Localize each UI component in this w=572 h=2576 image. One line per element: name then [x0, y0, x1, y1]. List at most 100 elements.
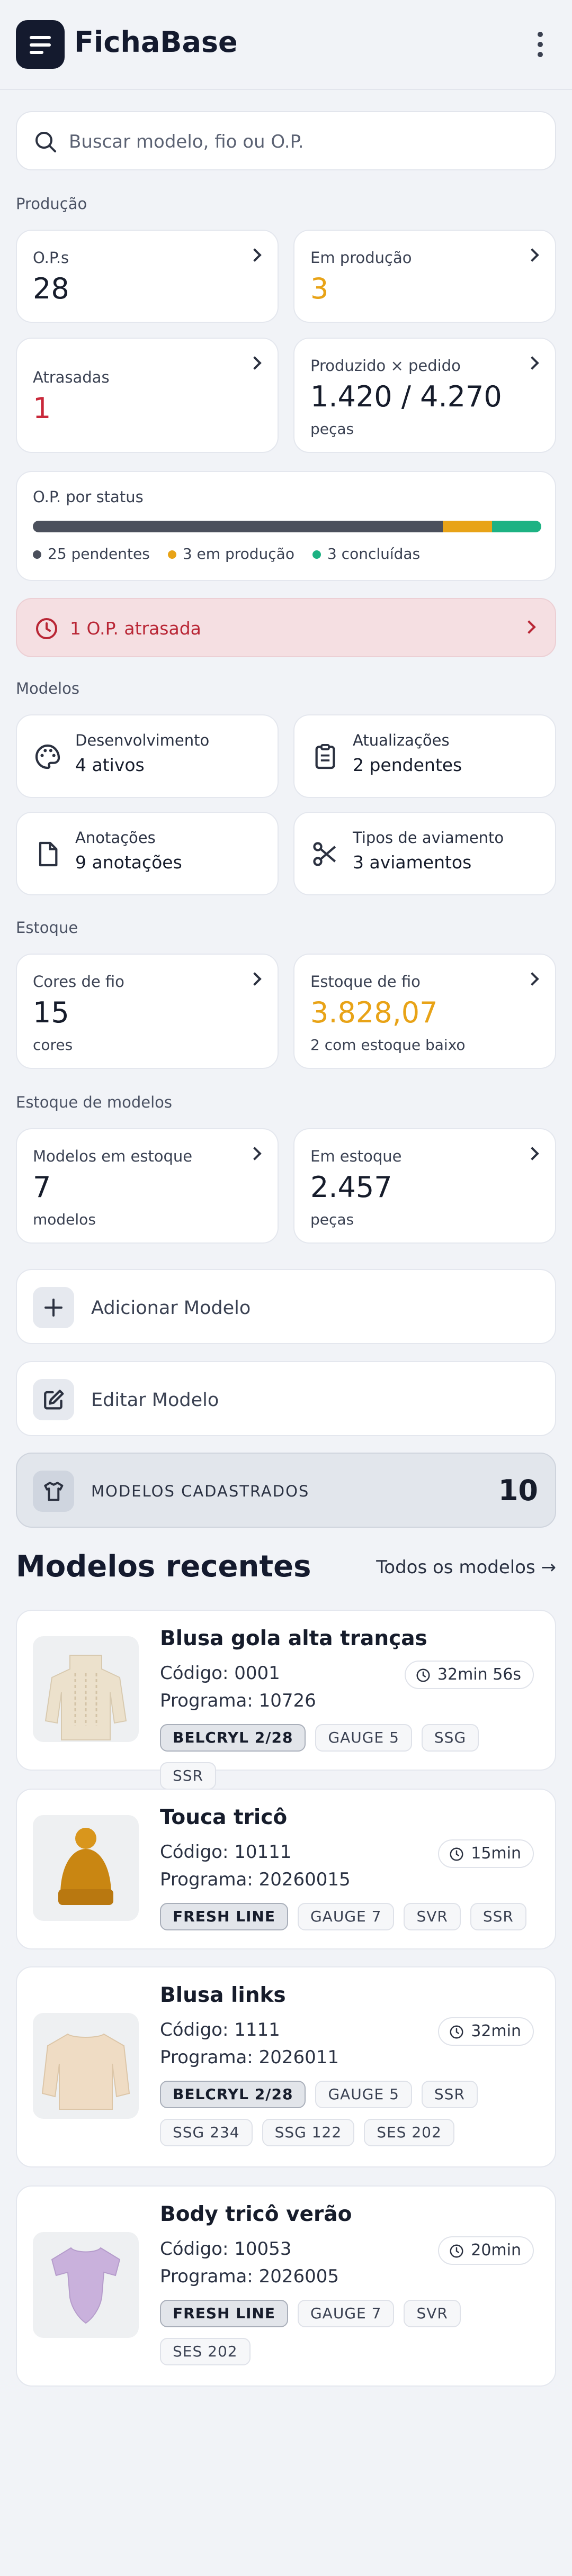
model-code: Código: 10053: [160, 2238, 292, 2260]
status-legend-item-concluidas: 3 concluídas: [312, 545, 420, 563]
ops-card[interactable]: O.P.s 28: [16, 230, 279, 323]
model-thumbnail-sweater: [33, 2013, 139, 2119]
model-time-badge: 15min: [438, 1839, 534, 1868]
more-options-icon[interactable]: [535, 29, 546, 60]
anotacoes-title: Anotações: [75, 829, 156, 847]
chevron-right-icon: [249, 1147, 261, 1159]
status-bar-segment-pendentes: [33, 521, 443, 532]
em-producao-label: Em produção: [310, 249, 412, 267]
em-producao-card[interactable]: Em produção 3: [293, 230, 556, 323]
status-card: O.P. por status 25 pendentes 3 em produçã…: [16, 471, 556, 581]
model-name: Body tricô verão: [160, 2202, 352, 2226]
status-bar-segment-concluidas: [492, 521, 541, 532]
registered-models-count: 10: [498, 1474, 538, 1507]
registered-models-summary: MODELOS CADASTRADOS 10: [16, 1453, 556, 1528]
chevron-right-icon: [249, 357, 261, 368]
modelos-estoque-card[interactable]: Modelos em estoque 7 modelos: [16, 1128, 279, 1244]
model-card[interactable]: Blusa links Código: 1111 Programa: 20260…: [16, 1966, 556, 2167]
model-card[interactable]: Blusa gola alta tranças Código: 0001 Pro…: [16, 1610, 556, 1790]
recent-models-title: Modelos recentes: [16, 1549, 311, 1584]
model-tags: BELCRYL 2/28 GAUGE 5 SSR SSG 234 SSG 122…: [160, 2081, 541, 2146]
app-logo-icon: [16, 20, 65, 69]
document-icon: [39, 841, 58, 867]
modelos-estoque-value: 7: [33, 1171, 51, 1204]
estoque-fio-value: 3.828,07: [310, 996, 438, 1029]
produzido-card[interactable]: Produzido × pedido 1.420 / 4.270 peças: [293, 338, 556, 453]
aviamentos-value: 3 aviamentos: [353, 852, 472, 873]
model-tag: GAUGE 7: [297, 1903, 395, 1930]
model-tags: FRESH LINE GAUGE 7 SVR SES 202: [160, 2300, 541, 2365]
all-models-link[interactable]: Todos os modelos →: [376, 1557, 556, 1578]
edit-model-button[interactable]: Editar Modelo: [16, 1361, 556, 1436]
em-estoque-unit: peças: [310, 1211, 354, 1228]
model-program-value: 2026005: [258, 2266, 339, 2287]
model-program-value: 20260015: [258, 1869, 351, 1890]
modelos-estoque-label: Modelos em estoque: [33, 1147, 193, 1165]
chevron-right-icon: [249, 973, 261, 984]
aviamentos-card[interactable]: Tipos de aviamento 3 aviamentos: [293, 812, 556, 895]
model-thumbnail-beanie: [33, 1815, 139, 1921]
clock-icon: [450, 1847, 463, 1861]
atualizacoes-title: Atualizações: [353, 731, 450, 749]
clock-icon: [450, 2025, 463, 2039]
app-header: FichaBase: [0, 0, 572, 90]
late-op-alert[interactable]: 1 O.P. atrasada: [16, 598, 556, 657]
model-code: Código: 0001: [160, 1663, 280, 1684]
model-code-value: 0001: [234, 1663, 280, 1684]
atualizacoes-card[interactable]: Atualizações 2 pendentes: [293, 714, 556, 798]
cores-fio-card[interactable]: Cores de fio 15 cores: [16, 954, 279, 1069]
model-name: Blusa links: [160, 1983, 286, 2007]
clipboard-icon: [315, 743, 335, 769]
atrasadas-card[interactable]: Atrasadas 1: [16, 338, 279, 453]
model-thumbnail-sweater: [33, 1636, 139, 1742]
desenvolvimento-card[interactable]: Desenvolvimento 4 ativos: [16, 714, 279, 798]
section-label-modelos: Modelos: [16, 679, 79, 697]
model-program: Programa: 2026005: [160, 2266, 339, 2287]
status-dot-icon: [312, 550, 321, 559]
model-tag: BELCRYL 2/28: [160, 2081, 306, 2108]
model-program: Programa: 2026011: [160, 2047, 339, 2068]
chevron-right-icon: [526, 357, 538, 368]
estoque-fio-sub: 2 com estoque baixo: [310, 1036, 466, 1054]
model-card[interactable]: Body tricô verão Código: 10053 Programa:…: [16, 2185, 556, 2387]
cores-fio-value: 15: [33, 996, 69, 1029]
status-legend-item-pendentes: 25 pendentes: [33, 545, 150, 563]
model-code: Código: 10111: [160, 1842, 292, 1863]
model-tag: SSR: [421, 2081, 478, 2108]
model-program: Programa: 10726: [160, 1690, 316, 1711]
estoque-fio-card[interactable]: Estoque de fio 3.828,07 2 com estoque ba…: [293, 954, 556, 1069]
chevron-right-icon: [526, 249, 538, 260]
chevron-right-icon: [522, 620, 536, 634]
clock-icon: [416, 1668, 430, 1682]
section-label-producao: Produção: [16, 195, 87, 213]
model-code: Código: 1111: [160, 2019, 280, 2040]
search-bar[interactable]: [16, 111, 556, 170]
model-code-value: 1111: [234, 2019, 280, 2040]
model-time-badge: 32min 56s: [404, 1661, 534, 1689]
add-model-button[interactable]: Adicionar Modelo: [16, 1269, 556, 1344]
late-op-alert-text: 1 O.P. atrasada: [70, 618, 201, 639]
add-model-label: Adicionar Modelo: [91, 1298, 251, 1319]
clock-icon: [450, 2244, 463, 2258]
ops-label: O.P.s: [33, 249, 69, 267]
model-tag: SES 202: [160, 2338, 251, 2365]
model-thumbnail-bodysuit: [33, 2232, 139, 2338]
model-card[interactable]: Touca tricô Código: 10111 Programa: 2026…: [16, 1789, 556, 1949]
model-time-badge: 32min: [438, 2017, 534, 2046]
model-tag: GAUGE 7: [297, 2300, 395, 2327]
model-name: Touca tricô: [160, 1806, 288, 1829]
status-dot-icon: [33, 550, 41, 559]
status-dot-icon: [167, 550, 176, 559]
chevron-right-icon: [526, 973, 538, 984]
em-estoque-label: Em estoque: [310, 1147, 402, 1165]
model-name: Blusa gola alta tranças: [160, 1627, 427, 1650]
anotacoes-card[interactable]: Anotações 9 anotações: [16, 812, 279, 895]
model-tag: FRESH LINE: [160, 1903, 288, 1930]
em-estoque-card[interactable]: Em estoque 2.457 peças: [293, 1128, 556, 1244]
desenvolvimento-title: Desenvolvimento: [75, 731, 210, 749]
model-tag: SSR: [470, 1903, 526, 1930]
model-program-value: 2026011: [258, 2047, 339, 2068]
search-input[interactable]: [69, 126, 535, 158]
edit-model-label: Editar Modelo: [91, 1390, 219, 1411]
section-label-estoque: Estoque: [16, 919, 78, 937]
